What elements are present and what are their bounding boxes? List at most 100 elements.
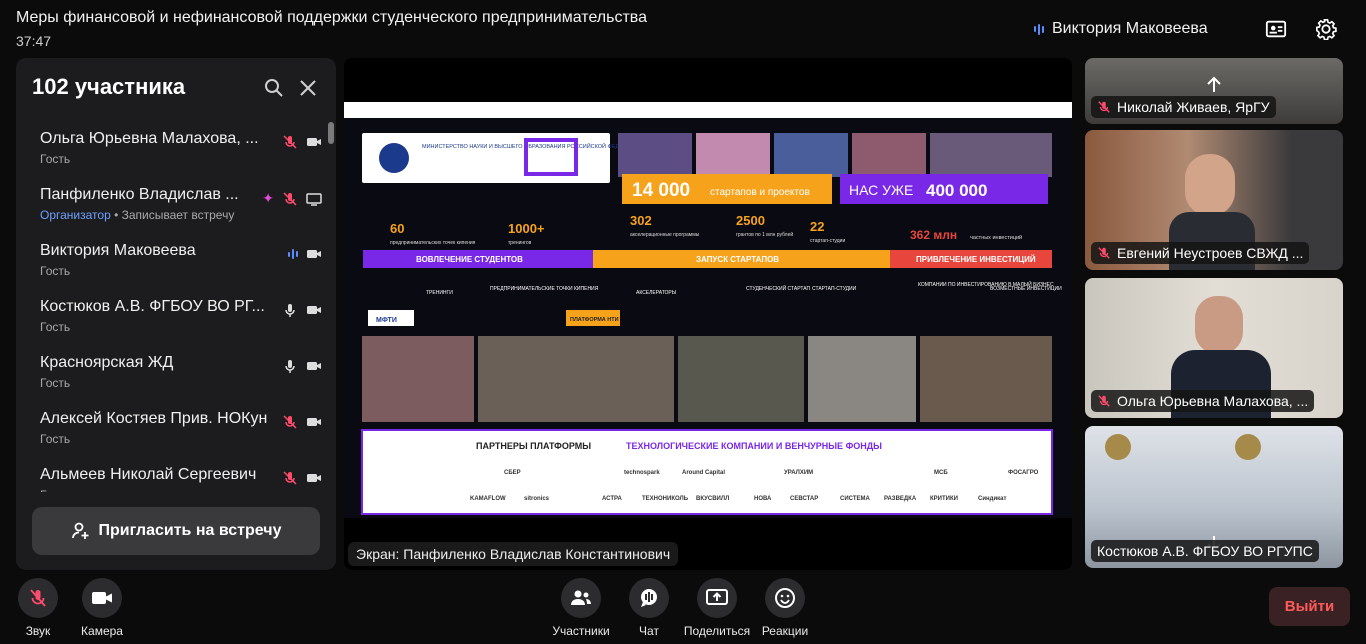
- stage-label: ВОВЛЕЧЕНИЕ СТУДЕНТОВ: [416, 255, 523, 264]
- participant-role: Гость: [40, 264, 71, 278]
- participants-button[interactable]: [561, 578, 601, 618]
- settings-gear-icon[interactable]: [1315, 18, 1337, 40]
- participant-card-icon[interactable]: [1265, 18, 1287, 40]
- close-icon[interactable]: [298, 78, 318, 98]
- partner-logo: ТЕХНОНИКОЛЬ: [642, 496, 689, 502]
- organizer-label: Организатор: [40, 208, 111, 222]
- speaking-indicator-icon: [1034, 23, 1044, 35]
- camera-icon: [307, 306, 321, 314]
- stat-text: предпринимательских точек кипения: [390, 240, 476, 246]
- participant-item[interactable]: Виктория Маковеева Гость: [16, 234, 336, 290]
- stat-number: 302: [630, 213, 652, 228]
- participant-role: Гость: [40, 488, 70, 492]
- mic-muted-icon: [1098, 101, 1110, 113]
- participant-item[interactable]: Красноярская ЖД Гость: [16, 346, 336, 402]
- participant-item[interactable]: Альмеев Николай Сергеевич Гость: [16, 458, 336, 492]
- mic-muted-icon: [1098, 247, 1110, 259]
- invite-button[interactable]: Пригласить на встречу: [32, 507, 320, 555]
- participant-item[interactable]: Ольга Юрьевна Малахова, ... Гость: [16, 122, 336, 178]
- partners-title: ПАРТНЕРЫ ПЛАТФОРМЫ: [476, 441, 591, 451]
- participants-list: Ольга Юрьевна Малахова, ... Гость Панфил…: [16, 122, 336, 492]
- partner-logo: ФОСАГРО: [1008, 470, 1039, 476]
- stat-number: 22: [810, 219, 824, 234]
- invite-button-label: Пригласить на встречу: [98, 522, 282, 539]
- video-tile[interactable]: Ольга Юрьевна Малахова, ...: [1085, 278, 1343, 418]
- participant-name: Панфиленко Владислав ...: [40, 186, 239, 203]
- camera-toggle-button[interactable]: [82, 578, 122, 618]
- video-tile[interactable]: Евгений Неустроев СВЖД ...: [1085, 130, 1343, 270]
- participant-name: Костюков А.В. ФГБОУ ВО РГ...: [40, 298, 265, 315]
- participant-item[interactable]: Алексей Костяев Прив. НОКун Гость: [16, 402, 336, 458]
- participant-name: Алексей Костяев Прив. НОКун: [40, 410, 268, 427]
- startups-text: стартапов и проектов: [710, 187, 810, 198]
- users-count: 400 000: [926, 181, 987, 200]
- share-button[interactable]: [697, 578, 737, 618]
- users-text: НАС УЖЕ: [849, 182, 913, 198]
- mic-muted-icon: [283, 135, 297, 149]
- stat-text: стартап-студии: [810, 238, 845, 244]
- tile-label: Костюков А.В. ФГБОУ ВО РГУПС: [1091, 540, 1319, 562]
- nti-logo-text: ПЛАТФОРМА НТИ: [570, 317, 619, 323]
- tile-name: Костюков А.В. ФГБОУ ВО РГУПС: [1097, 543, 1313, 559]
- photo: [696, 133, 770, 177]
- camera-control[interactable]: Камера: [62, 578, 142, 638]
- add-user-icon: [71, 522, 89, 539]
- substage-label: СТУДЕНЧЕСКИЙ СТАРТАП: [746, 284, 810, 292]
- people-icon: [571, 590, 591, 605]
- partner-logo: ВКУСВИЛЛ: [696, 496, 729, 502]
- leave-button[interactable]: Выйти: [1269, 587, 1350, 626]
- mic-icon: [285, 360, 295, 373]
- camera-icon: [307, 138, 321, 146]
- video-tile[interactable]: Костюков А.В. ФГБОУ ВО РГУПС: [1085, 426, 1343, 568]
- participant-item[interactable]: Костюков А.В. ФГБОУ ВО РГ... Гость: [16, 290, 336, 346]
- ministry-name: МИНИСТЕРСТВО НАУКИ И ВЫСШЕГО ОБРАЗОВАНИЯ…: [422, 142, 642, 150]
- smile-icon: [775, 588, 795, 608]
- participant-face: [1185, 154, 1235, 216]
- partner-logo: Around Capital: [682, 470, 725, 476]
- tile-name: Ольга Юрьевна Малахова, ...: [1117, 393, 1309, 409]
- reactions-button[interactable]: [765, 578, 805, 618]
- substage-label: АКСЕЛЕРАТОРЫ: [636, 290, 677, 296]
- substage-label: ТРЕНИНГИ: [426, 290, 453, 296]
- participant-name: Красноярская ЖД: [40, 354, 174, 371]
- participant-role: Гость: [40, 432, 71, 446]
- mic-muted-icon: [283, 471, 297, 485]
- reactions-label: Реакции: [761, 624, 809, 638]
- partner-logo: technospark: [624, 470, 660, 476]
- chat-icon: [641, 589, 657, 607]
- tile-label: Ольга Юрьевна Малахова, ...: [1091, 390, 1315, 412]
- tile-name: Николай Живаев, ЯрГУ: [1117, 99, 1270, 115]
- emblem-image: [1105, 434, 1131, 460]
- arrow-up-icon[interactable]: [1205, 76, 1223, 94]
- stat-text: грантов по 1 млн рублей: [736, 231, 793, 238]
- camera-icon: [307, 250, 321, 258]
- partner-logo: Синдикат: [978, 496, 1006, 502]
- sparkle-icon: ✦: [262, 190, 274, 206]
- partner-logo: АСТРА: [602, 496, 623, 502]
- search-icon[interactable]: [264, 78, 284, 98]
- participant-face: [1195, 296, 1243, 354]
- participant-item[interactable]: Панфиленко Владислав ... Организатор • З…: [16, 178, 336, 234]
- video-tile[interactable]: Николай Живаев, ЯрГУ: [1085, 58, 1343, 124]
- active-speaker: Виктория Маковеева: [1034, 20, 1208, 38]
- reactions-control[interactable]: Реакции: [745, 578, 825, 638]
- camera-icon: [307, 418, 321, 426]
- stat-number: 1000+: [508, 221, 545, 236]
- stat-text: акселерационные программы: [630, 232, 700, 238]
- emblem-icon: [379, 143, 409, 173]
- screen-share-view[interactable]: МИНИСТЕРСТВО НАУКИ И ВЫСШЕГО ОБРАЗОВАНИЯ…: [344, 58, 1072, 570]
- mic-toggle-button[interactable]: [18, 578, 58, 618]
- chat-button[interactable]: [629, 578, 669, 618]
- mic-muted-icon: [283, 415, 297, 429]
- participants-panel: 102 участника Ольга Юрьевна Малахова, ..…: [16, 58, 336, 570]
- participant-role: Гость: [40, 320, 71, 334]
- photo: [478, 336, 674, 422]
- participant-name: Альмеев Николай Сергеевич: [40, 466, 257, 483]
- startups-count: 14 000: [632, 180, 690, 201]
- top-bar: Меры финансовой и нефинансовой поддержки…: [0, 0, 1366, 58]
- presentation-slide: МИНИСТЕРСТВО НАУКИ И ВЫСШЕГО ОБРАЗОВАНИЯ…: [344, 118, 1072, 518]
- emblem-image: [1235, 434, 1261, 460]
- speaking-indicator-icon: [288, 249, 298, 259]
- tile-label: Николай Живаев, ЯрГУ: [1091, 96, 1276, 118]
- tile-name: Евгений Неустроев СВЖД ...: [1117, 245, 1304, 261]
